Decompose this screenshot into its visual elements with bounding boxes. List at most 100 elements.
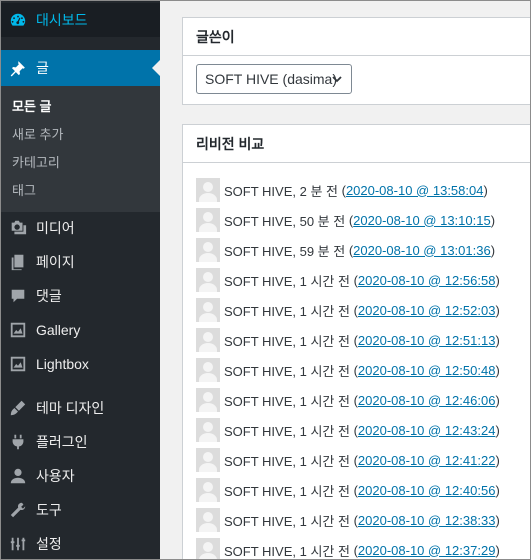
menu-plugins[interactable]: 플러그인	[0, 425, 160, 459]
avatar	[196, 268, 220, 292]
revision-item: SOFT HIVE, 1 시간 전 (2020-08-10 @ 12:38:33…	[196, 505, 500, 535]
menu-dashboard[interactable]: 대시보드	[0, 3, 160, 37]
pin-icon	[8, 58, 28, 78]
posts-submenu: 모든 글 새로 추가 카테고리 태그	[0, 86, 160, 212]
avatar	[196, 418, 220, 442]
revision-close-paren: )	[490, 212, 496, 228]
lightbox-icon	[8, 354, 28, 374]
revision-author: SOFT HIVE, 1 시간 전	[224, 543, 350, 559]
avatar	[196, 388, 220, 412]
menu-posts[interactable]: 글	[0, 50, 160, 86]
revision-open-paren: (	[349, 332, 358, 348]
submenu-tags[interactable]: 태그	[12, 180, 36, 199]
revision-author: SOFT HIVE, 1 시간 전	[224, 303, 350, 319]
menu-appearance[interactable]: 테마 디자인	[0, 391, 160, 425]
revision-date-link[interactable]: 2020-08-10 @ 12:43:24	[358, 423, 496, 438]
revision-open-paren: (	[349, 452, 358, 468]
current-menu-arrow	[152, 60, 160, 76]
submenu-all-posts[interactable]: 모든 글	[12, 96, 52, 115]
menu-users[interactable]: 사용자	[0, 459, 160, 493]
main-content: 글쓴이 SOFT HIVE (dasima) 리비전 비교 SOFT HIVE,…	[160, 0, 531, 560]
revision-open-paren: (	[349, 392, 358, 408]
tools-icon	[8, 500, 28, 520]
revision-author: SOFT HIVE, 1 시간 전	[224, 393, 350, 409]
submenu-add-new[interactable]: 새로 추가	[12, 124, 63, 143]
avatar	[196, 208, 220, 232]
revision-open-paren: (	[349, 482, 358, 498]
media-icon	[8, 218, 28, 238]
menu-comments-label: 댓글	[36, 288, 62, 304]
menu-media[interactable]: 미디어	[0, 211, 160, 245]
revision-date-link[interactable]: 2020-08-10 @ 13:58:04	[346, 183, 484, 198]
revision-open-paren: (	[349, 512, 358, 528]
menu-lightbox-label: Lightbox	[36, 356, 89, 372]
revision-author: SOFT HIVE, 1 시간 전	[224, 273, 350, 289]
menu-posts-label: 글	[36, 60, 49, 76]
avatar	[196, 298, 220, 322]
gallery-icon	[8, 320, 28, 340]
avatar	[196, 508, 220, 532]
revision-author: SOFT HIVE, 1 시간 전	[224, 363, 350, 379]
menu-settings-label: 설정	[36, 536, 62, 552]
revision-close-paren: )	[495, 332, 500, 348]
revision-open-paren: (	[345, 212, 354, 228]
revision-item: SOFT HIVE, 1 시간 전 (2020-08-10 @ 12:41:22…	[196, 445, 500, 475]
revision-date-link[interactable]: 2020-08-10 @ 12:51:13	[358, 333, 496, 348]
dashboard-icon	[8, 10, 28, 30]
avatar	[196, 358, 220, 382]
revision-open-paren: (	[349, 422, 358, 438]
menu-tools-label: 도구	[36, 502, 62, 518]
menu-gallery-label: Gallery	[36, 322, 81, 338]
revision-open-paren: (	[337, 182, 346, 198]
menu-pages-label: 페이지	[36, 254, 75, 270]
revision-author: SOFT HIVE, 1 시간 전	[224, 423, 350, 439]
avatar	[196, 238, 220, 262]
avatar	[196, 448, 220, 472]
revision-close-paren: )	[495, 482, 500, 498]
revision-close-paren: )	[495, 272, 500, 288]
revision-date-link[interactable]: 2020-08-10 @ 12:41:22	[358, 453, 496, 468]
revision-author: SOFT HIVE, 1 시간 전	[224, 483, 350, 499]
author-metabox-title: 글쓴이	[183, 18, 531, 56]
submenu-categories[interactable]: 카테고리	[12, 152, 60, 171]
revision-item: SOFT HIVE, 2 분 전 (2020-08-10 @ 13:58:04)	[196, 175, 500, 205]
revision-date-link[interactable]: 2020-08-10 @ 13:01:36	[353, 243, 491, 258]
revision-date-link[interactable]: 2020-08-10 @ 12:50:48	[358, 363, 496, 378]
menu-tools[interactable]: 도구	[0, 493, 160, 527]
author-select-value: SOFT HIVE (dasima)	[205, 71, 337, 87]
revision-author: SOFT HIVE, 59 분 전	[224, 243, 346, 259]
revision-author: SOFT HIVE, 2 분 전	[224, 183, 338, 199]
revision-close-paren: )	[495, 512, 500, 528]
revision-close-paren: )	[483, 182, 488, 198]
revision-date-link[interactable]: 2020-08-10 @ 12:40:56	[358, 483, 496, 498]
avatar	[196, 328, 220, 352]
revisions-metabox-title: 리비전 비교	[183, 125, 531, 163]
menu-comments[interactable]: 댓글	[0, 279, 160, 313]
menu-pages[interactable]: 페이지	[0, 245, 160, 279]
revision-author: SOFT HIVE, 1 시간 전	[224, 453, 350, 469]
revision-close-paren: )	[495, 542, 500, 558]
revision-open-paren: (	[345, 242, 354, 258]
revision-date-link[interactable]: 2020-08-10 @ 12:37:29	[358, 543, 496, 558]
comments-icon	[8, 286, 28, 306]
revision-date-link[interactable]: 2020-08-10 @ 13:10:15	[353, 213, 491, 228]
revision-open-paren: (	[349, 302, 358, 318]
revision-item: SOFT HIVE, 1 시간 전 (2020-08-10 @ 12:40:56…	[196, 475, 500, 505]
menu-plugins-label: 플러그인	[36, 434, 88, 450]
revision-author: SOFT HIVE, 1 시간 전	[224, 513, 350, 529]
revision-date-link[interactable]: 2020-08-10 @ 12:56:58	[358, 273, 496, 288]
revision-date-link[interactable]: 2020-08-10 @ 12:52:03	[358, 303, 496, 318]
revisions-metabox: 리비전 비교 SOFT HIVE, 2 분 전 (2020-08-10 @ 13…	[182, 124, 531, 560]
revision-item: SOFT HIVE, 1 시간 전 (2020-08-10 @ 12:51:13…	[196, 325, 500, 355]
menu-lightbox[interactable]: Lightbox	[0, 347, 160, 381]
revision-date-link[interactable]: 2020-08-10 @ 12:38:33	[358, 513, 496, 528]
author-select[interactable]: SOFT HIVE (dasima)	[196, 64, 352, 94]
revision-open-paren: (	[349, 542, 358, 558]
appearance-icon	[8, 398, 28, 418]
menu-gallery[interactable]: Gallery	[0, 313, 160, 347]
revision-item: SOFT HIVE, 1 시간 전 (2020-08-10 @ 12:43:24…	[196, 415, 500, 445]
menu-appearance-label: 테마 디자인	[36, 400, 105, 416]
revision-item: SOFT HIVE, 1 시간 전 (2020-08-10 @ 12:37:29…	[196, 535, 500, 560]
revision-date-link[interactable]: 2020-08-10 @ 12:46:06	[358, 393, 496, 408]
menu-settings[interactable]: 설정	[0, 527, 160, 560]
